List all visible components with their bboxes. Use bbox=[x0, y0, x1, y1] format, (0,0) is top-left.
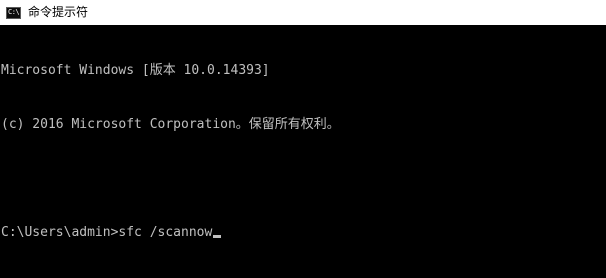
console-line-copyright: (c) 2016 Microsoft Corporation。保留所有权利。 bbox=[1, 117, 340, 132]
cmd-icon: C:\ bbox=[6, 6, 21, 19]
command-prompt-text: C:\Users\admin>sfc /scannow bbox=[1, 225, 213, 240]
console-line-version: Microsoft Windows [版本 10.0.14393] bbox=[1, 63, 270, 78]
title-bar[interactable]: C:\ 命令提示符 bbox=[0, 0, 606, 25]
text-cursor bbox=[213, 235, 222, 238]
console-output[interactable]: Microsoft Windows [版本 10.0.14393] (c) 20… bbox=[0, 25, 606, 278]
window-title: 命令提示符 bbox=[28, 5, 89, 19]
cmd-icon-glyph: C:\ bbox=[8, 7, 20, 16]
command-prompt-window: C:\ 命令提示符 Microsoft Windows [版本 10.0.143… bbox=[0, 0, 606, 278]
console-line-prompt[interactable]: C:\Users\admin>sfc /scannow bbox=[1, 224, 606, 242]
console-line-blank bbox=[1, 170, 606, 188]
